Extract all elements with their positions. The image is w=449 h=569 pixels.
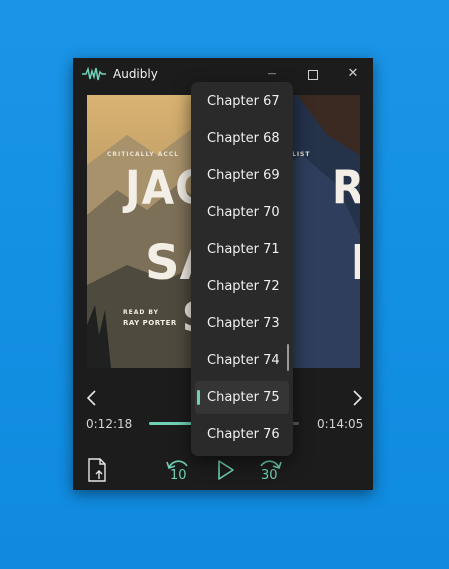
play-icon[interactable] [216,459,236,481]
previous-chapter-button[interactable] [85,389,99,407]
cover-narrator-name: RAY PORTER [123,319,177,327]
chapter-label: Chapter 76 [207,427,280,442]
chapter-item[interactable]: Chapter 72 [195,270,289,303]
cover-tagline: CRITICALLY ACCL [107,151,180,158]
chapter-item[interactable]: Chapter 75 [195,381,289,414]
chapter-item[interactable]: Chapter 67 [195,85,289,118]
minimize-button[interactable]: — [261,64,283,84]
chapter-label: Chapter 72 [207,279,280,294]
selected-indicator [197,390,200,405]
next-chapter-button[interactable] [350,389,364,407]
chapter-label: Chapter 69 [207,168,280,183]
close-button[interactable]: ✕ [342,64,364,84]
chapter-label: Chapter 68 [207,131,280,146]
chevron-left-icon [86,390,96,406]
total-time: 0:14:05 [317,417,364,431]
chapter-label: Chapter 73 [207,316,280,331]
chapter-item[interactable]: Chapter 73 [195,307,289,340]
cover-tagline-right: LIST [292,151,311,158]
chapter-label: Chapter 67 [207,94,280,109]
chapter-item[interactable]: Chapter 69 [195,159,289,192]
menu-scrollbar[interactable] [287,344,289,371]
chapter-label: Chapter 71 [207,242,280,257]
waveform-icon [82,67,106,81]
maximize-button[interactable] [302,64,324,84]
chapter-item[interactable]: Chapter 68 [195,122,289,155]
chevron-right-icon [353,390,363,406]
chapter-menu[interactable]: Chapter 67 Chapter 68 Chapter 69 Chapter 70… [191,82,293,456]
chapter-item[interactable]: Chapter 71 [195,233,289,266]
chapter-label: Chapter 74 [207,353,280,368]
file-export-icon[interactable] [87,458,107,482]
maximize-icon [308,70,318,80]
skip-back-seconds: 10 [170,468,187,483]
elapsed-time: 0:12:18 [86,417,133,431]
app-title: Audibly [113,67,158,81]
chapter-item[interactable]: Chapter 70 [195,196,289,229]
chapter-label: Chapter 75 [207,390,280,405]
chapter-label: Chapter 70 [207,205,280,220]
skip-forward-seconds: 30 [261,468,278,483]
progress-fill [149,422,194,425]
cover-narrator-label: READ BY [123,309,160,316]
chapter-item[interactable]: Chapter 74 [195,344,289,377]
chapter-item[interactable]: Chapter 76 [195,418,289,451]
